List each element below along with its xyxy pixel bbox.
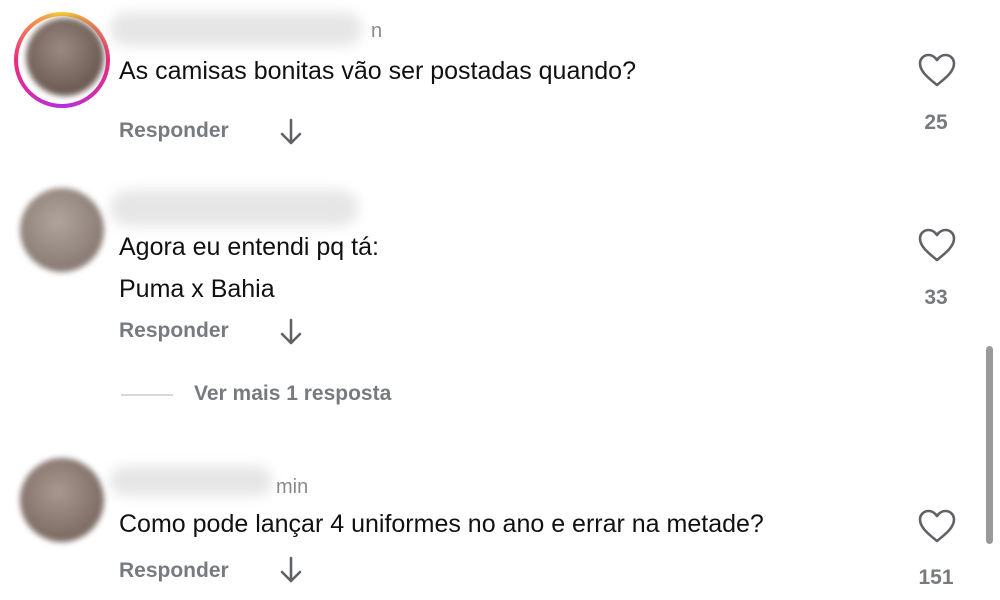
reply-button[interactable]: Responder xyxy=(119,119,229,143)
like-count: 33 xyxy=(924,286,948,309)
comment-time: min xyxy=(276,476,309,498)
arrow-down-icon[interactable] xyxy=(280,118,302,146)
reply-button[interactable]: Responder xyxy=(119,319,229,343)
heart-outline-icon[interactable] xyxy=(917,508,957,544)
comment-text: Agora eu entendi pq tá: Puma x Bahia xyxy=(119,233,379,303)
avatar[interactable] xyxy=(20,458,104,542)
comment-text: As camisas bonitas vão ser postadas quan… xyxy=(119,57,636,85)
reply-button[interactable]: Responder xyxy=(119,559,229,583)
comment-time: n xyxy=(371,20,383,42)
avatar[interactable] xyxy=(20,188,104,272)
username-blurred[interactable] xyxy=(110,12,362,46)
scrollbar[interactable] xyxy=(986,346,993,544)
heart-outline-icon[interactable] xyxy=(917,227,957,263)
arrow-down-icon[interactable] xyxy=(280,556,302,584)
username-blurred[interactable] xyxy=(110,190,358,226)
like-count: 25 xyxy=(924,111,948,134)
username-blurred[interactable] xyxy=(110,466,272,496)
like-count: 151 xyxy=(918,566,954,589)
arrow-down-icon[interactable] xyxy=(280,318,302,346)
comment-text: Como pode lançar 4 uniformes no ano e er… xyxy=(119,510,764,538)
view-more-replies-button[interactable]: Ver mais 1 resposta xyxy=(194,382,391,406)
avatar[interactable] xyxy=(26,18,104,96)
replies-divider xyxy=(121,394,173,396)
heart-outline-icon[interactable] xyxy=(917,52,957,88)
